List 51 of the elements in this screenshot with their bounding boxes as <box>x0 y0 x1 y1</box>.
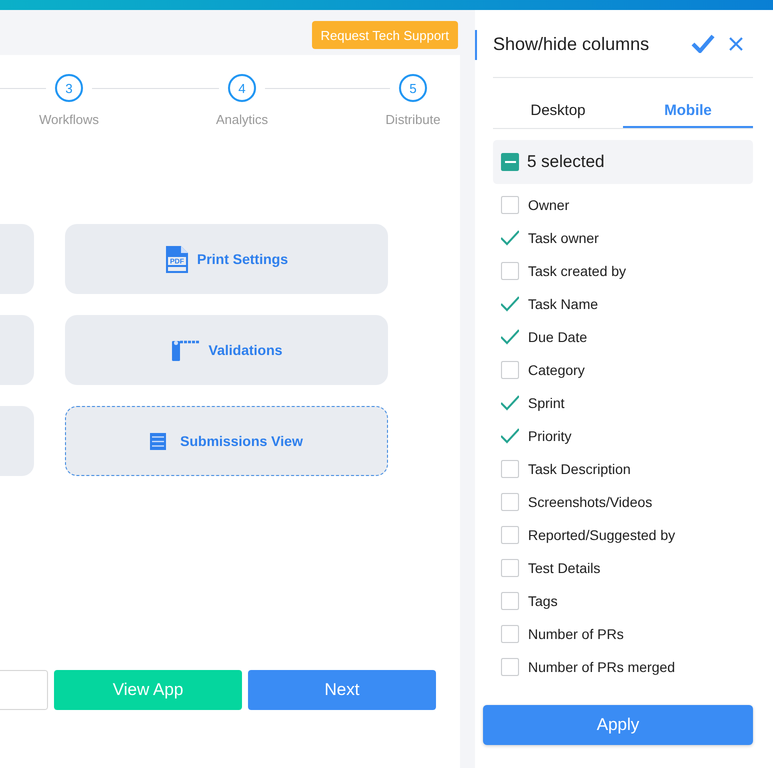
checkmark-icon[interactable] <box>501 394 519 412</box>
checkbox[interactable] <box>501 360 519 378</box>
column-name: Task Description <box>528 460 631 476</box>
select-all-checkbox[interactable] <box>501 153 519 171</box>
checkmark-icon[interactable] <box>501 328 519 346</box>
step-number[interactable]: 3 <box>55 74 83 102</box>
column-name: Due Date <box>528 328 588 344</box>
column-name: Task Name <box>528 296 598 312</box>
column-name: Number of PRs merged <box>528 658 676 674</box>
checkbox[interactable] <box>501 558 519 576</box>
column-name: Task owner <box>528 230 599 246</box>
confirm-icon[interactable] <box>691 34 715 53</box>
next-button[interactable]: Next <box>248 670 436 710</box>
step-label: Distribute <box>386 112 440 127</box>
tab[interactable]: Mobile <box>623 90 753 128</box>
column-name: Tags <box>528 592 558 608</box>
list-icon <box>150 432 166 450</box>
tab[interactable]: Desktop <box>493 90 623 128</box>
column-name: Priority <box>528 428 572 444</box>
checkbox[interactable] <box>501 492 519 510</box>
settings-card[interactable]: Submissions View <box>65 406 388 476</box>
checkbox[interactable] <box>501 526 519 544</box>
panel-title: Show/hide columns <box>493 33 650 55</box>
column-name: Reported/Suggested by <box>528 526 676 542</box>
checkbox[interactable] <box>501 460 519 478</box>
column-name: Sprint <box>528 394 565 410</box>
checkbox[interactable] <box>501 262 519 280</box>
close-icon[interactable] <box>729 36 743 50</box>
column-name: Task created by <box>528 262 626 278</box>
step-label: Workflows <box>39 112 99 127</box>
barrier-gate-icon <box>170 339 201 361</box>
column-name: Test Details <box>528 560 600 576</box>
checkbox[interactable] <box>501 658 519 676</box>
selected-count: 5 selected <box>527 152 604 172</box>
checkmark-icon[interactable] <box>501 228 519 246</box>
column-name: Number of PRs <box>528 626 624 642</box>
checkmark-icon[interactable] <box>501 426 519 444</box>
step-number[interactable]: 5 <box>399 74 427 102</box>
checkmark-icon[interactable] <box>501 294 519 312</box>
apply-button[interactable]: Apply <box>483 705 753 745</box>
settings-card[interactable]: Validations <box>65 315 388 385</box>
column-name: Owner <box>528 196 570 212</box>
checkbox[interactable] <box>501 624 519 642</box>
tech-support-button[interactable]: Request Tech Support <box>312 21 458 49</box>
step-number[interactable]: 4 <box>228 74 256 102</box>
column-name: Screenshots/Videos <box>528 494 652 510</box>
checkbox[interactable] <box>501 196 519 214</box>
step-label: Analytics <box>216 112 268 127</box>
column-name: Category <box>528 362 585 378</box>
checkbox[interactable] <box>501 592 519 610</box>
view-app-button[interactable]: View App <box>54 670 242 710</box>
